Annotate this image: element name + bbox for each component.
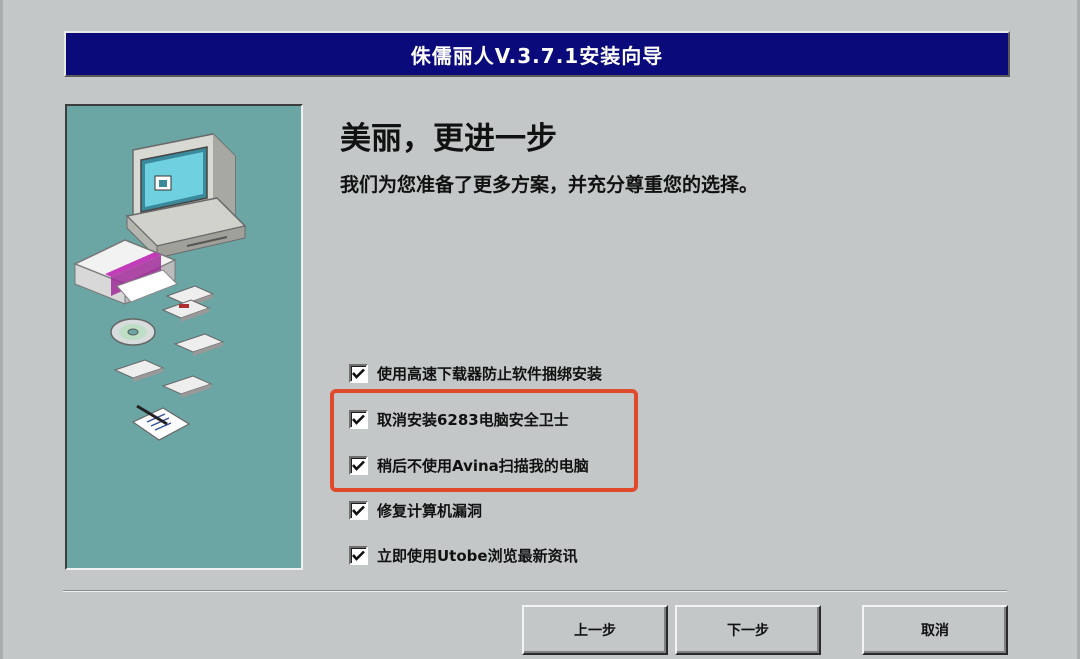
checkbox[interactable] (349, 501, 368, 520)
checkbox[interactable] (349, 546, 368, 565)
option-label: 使用高速下载器防止软件捆绑安装 (377, 365, 603, 383)
option-high-speed-downloader[interactable]: 使用高速下载器防止软件捆绑安装 (349, 363, 602, 384)
highlight-box (330, 389, 638, 492)
compact-disc-icon (110, 318, 156, 346)
option-label: 修复计算机漏洞 (377, 502, 483, 520)
installer-title-bar: 侏儒丽人V.3.7.1安装向导 (64, 31, 1010, 77)
option-label: 立即使用Utobe浏览最新资讯 (377, 547, 578, 565)
installer-title: 侏儒丽人V.3.7.1安装向导 (410, 43, 664, 68)
checkbox[interactable] (349, 364, 368, 383)
page-subheading: 我们为您准备了更多方案，并充分尊重您的选择。 (340, 174, 759, 196)
next-button[interactable]: 下一步 (675, 605, 821, 655)
computer-monitor-icon (125, 133, 247, 260)
window-frame-left (0, 0, 3, 659)
option-fix-vulnerabilities[interactable]: 修复计算机漏洞 (349, 500, 482, 521)
page-heading: 美丽，更进一步 (340, 121, 557, 157)
cancel-button[interactable]: 取消 (862, 605, 1008, 655)
notepad-pen-icon (131, 404, 191, 441)
check-icon (352, 368, 365, 379)
back-button[interactable]: 上一步 (522, 605, 668, 655)
option-utobe-browser[interactable]: 立即使用Utobe浏览最新资讯 (349, 545, 578, 566)
footer-divider (63, 590, 1007, 592)
installer-side-illustration (65, 104, 303, 570)
check-icon (352, 550, 365, 561)
check-icon (352, 505, 365, 516)
